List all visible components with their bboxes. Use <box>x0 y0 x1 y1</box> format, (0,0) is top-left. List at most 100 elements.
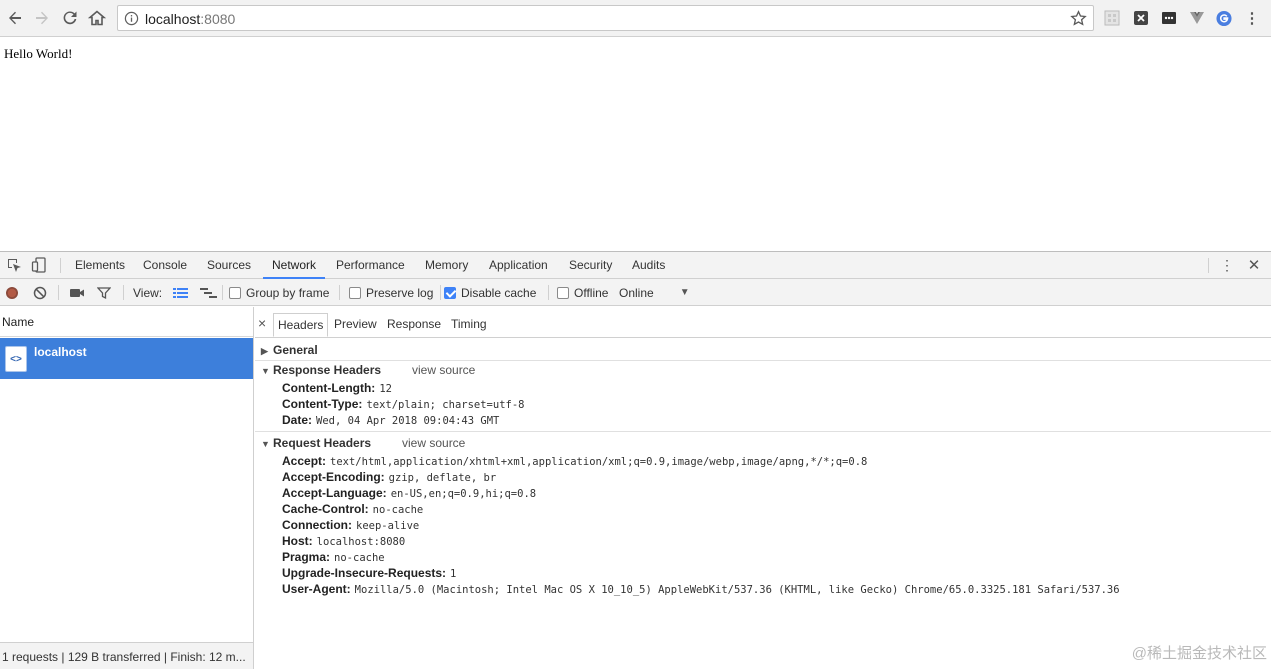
address-bar[interactable]: localhost:8080 <box>117 5 1094 31</box>
request-header-row: Host: localhost:8080 <box>282 534 405 548</box>
request-header-row: Accept-Language: en-US,en;q=0.9,hi;q=0.8 <box>282 486 536 500</box>
browser-menu-icon[interactable]: ⋮ <box>1244 10 1260 27</box>
separator <box>60 258 61 273</box>
request-header-row: Cache-Control: no-cache <box>282 502 423 516</box>
triangle-down-icon: ▼ <box>261 366 270 376</box>
header-key: Content-Type: <box>282 397 363 411</box>
forward-button[interactable] <box>31 7 53 29</box>
header-value: en-US,en;q=0.9,hi;q=0.8 <box>390 488 537 500</box>
divider <box>255 431 1271 432</box>
extension-g-icon[interactable] <box>1216 10 1232 26</box>
response-headers-toggle[interactable]: ▼ Response Headers <box>261 363 381 377</box>
home-button[interactable] <box>86 7 108 29</box>
response-header-row: Content-Length: 12 <box>282 381 392 395</box>
throttling-select[interactable]: Online ▼ <box>619 279 690 306</box>
device-toolbar-icon[interactable] <box>31 257 47 273</box>
clear-button[interactable] <box>33 279 47 306</box>
header-key: Content-Length: <box>282 381 376 395</box>
extension-dots-icon[interactable] <box>1161 10 1177 26</box>
tab-performance[interactable]: Performance <box>327 252 414 279</box>
response-header-row: Date: Wed, 04 Apr 2018 09:04:43 GMT <box>282 413 499 427</box>
separator <box>58 285 59 300</box>
header-key: Upgrade-Insecure-Requests: <box>282 566 447 580</box>
general-section-toggle[interactable]: ▶ General <box>261 343 318 357</box>
filter-button[interactable] <box>97 279 111 306</box>
extension-x-icon[interactable] <box>1133 10 1149 26</box>
header-key: User-Agent: <box>282 582 351 596</box>
url-port: :8080 <box>200 11 236 27</box>
separator <box>222 285 223 300</box>
extension-vue-icon[interactable] <box>1189 10 1205 26</box>
tab-timing[interactable]: Timing <box>447 313 491 337</box>
separator <box>339 285 340 300</box>
devtools-menu-icon[interactable]: ⋮ <box>1219 257 1235 273</box>
general-section-title: General <box>273 343 318 357</box>
response-view-source-link[interactable]: view source <box>412 363 475 377</box>
name-column-header[interactable]: Name <box>0 307 253 337</box>
tab-sources[interactable]: Sources <box>198 252 260 279</box>
tab-memory[interactable]: Memory <box>416 252 477 279</box>
request-header-row: Accept-Encoding: gzip, deflate, br <box>282 470 496 484</box>
arrow-right-icon <box>36 11 48 25</box>
checkbox-box <box>349 286 361 299</box>
record-icon <box>6 286 18 299</box>
header-value: no-cache <box>334 552 385 564</box>
request-header-row: User-Agent: Mozilla/5.0 (Macintosh; Intel… <box>282 582 1120 596</box>
reload-button[interactable] <box>59 7 81 29</box>
record-button[interactable] <box>5 279 19 306</box>
extension-grid-icon[interactable] <box>1104 10 1120 26</box>
reload-icon <box>63 11 77 25</box>
header-value: gzip, deflate, br <box>388 472 497 484</box>
response-headers-title: Response Headers <box>273 363 382 377</box>
large-rows-button[interactable] <box>173 279 188 306</box>
request-header-row: Upgrade-Insecure-Requests: 1 <box>282 566 456 580</box>
list-view-icon <box>173 287 188 298</box>
disable-cache-checkbox[interactable]: Disable cache <box>444 279 536 306</box>
url-host: localhost <box>145 11 201 27</box>
tab-elements[interactable]: Elements <box>66 252 134 279</box>
close-detail-icon[interactable]: × <box>258 315 266 331</box>
header-key: Accept: <box>282 454 327 468</box>
tab-response[interactable]: Response <box>383 313 445 337</box>
url-text: localhost:8080 <box>145 11 235 27</box>
header-value: no-cache <box>372 504 424 516</box>
tab-preview[interactable]: Preview <box>330 313 381 337</box>
tab-headers[interactable]: Headers <box>273 313 329 337</box>
request-view-source-link[interactable]: view source <box>402 436 465 450</box>
tab-console[interactable]: Console <box>134 252 196 279</box>
tab-audits[interactable]: Audits <box>623 252 674 279</box>
header-value: Wed, 04 Apr 2018 09:04:43 GMT <box>316 415 500 427</box>
request-detail-panel: × Headers Preview Response Timing ▶ Gener… <box>255 307 1271 669</box>
header-value: keep-alive <box>356 520 420 532</box>
watermark: @稀土掘金技术社区 <box>1131 645 1267 662</box>
header-key: Date: <box>282 413 313 427</box>
waterfall-view-button[interactable] <box>200 279 217 306</box>
request-row[interactable]: <> localhost <box>0 338 253 379</box>
request-headers-toggle[interactable]: ▼ Request Headers <box>261 436 371 450</box>
capture-screenshots-button[interactable] <box>69 279 85 306</box>
tab-security[interactable]: Security <box>560 252 621 279</box>
tab-application[interactable]: Application <box>480 252 557 279</box>
dropdown-arrow-icon: ▼ <box>679 287 690 298</box>
header-value: Mozilla/5.0 (Macintosh; Intel Mac OS X 1… <box>354 584 1120 596</box>
checkbox-box <box>557 286 569 299</box>
tab-network[interactable]: Network <box>263 252 326 279</box>
browser-toolbar: localhost:8080 ⋮ <box>0 0 1271 37</box>
home-icon <box>88 10 106 26</box>
separator <box>440 285 441 300</box>
header-key: Cache-Control: <box>282 502 369 516</box>
header-value: localhost:8080 <box>316 536 406 548</box>
separator <box>123 285 124 300</box>
back-button[interactable] <box>4 7 26 29</box>
header-value: text/html,application/xhtml+xml,applicat… <box>330 456 868 468</box>
bookmark-star-icon[interactable] <box>1070 10 1087 27</box>
inspect-element-icon[interactable] <box>6 257 22 273</box>
request-name: localhost <box>34 345 87 359</box>
view-label: View: <box>133 285 163 300</box>
header-value: 12 <box>379 383 392 395</box>
preserve-log-checkbox[interactable]: Preserve log <box>349 279 433 306</box>
offline-checkbox[interactable]: Offline <box>557 279 608 306</box>
devtools-close-icon[interactable]: ✕ <box>1246 257 1262 274</box>
page-viewport: Hello World! <box>0 38 1271 251</box>
group-by-frame-checkbox[interactable]: Group by frame <box>229 279 329 306</box>
